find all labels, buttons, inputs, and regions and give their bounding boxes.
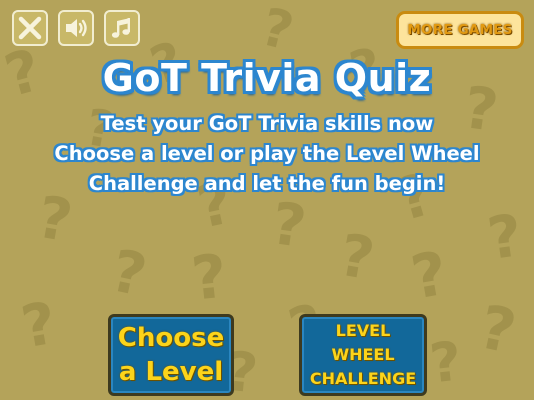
question-mark-icon: ? (32, 182, 78, 256)
question-mark-icon: ? (16, 288, 62, 362)
question-mark-icon: ? (105, 236, 153, 310)
choose-level-button[interactable]: Choose a Level (108, 314, 234, 396)
question-mark-icon: ? (255, 0, 299, 63)
wheel-label-line-1: LEVEL (335, 321, 391, 340)
intro-line-3: Challenge and let the fun begin! (88, 172, 446, 195)
level-wheel-challenge-button[interactable]: LEVEL WHEEL CHALLENGE (299, 314, 427, 396)
question-mark-icon: ? (188, 241, 231, 315)
music-toggle-button[interactable] (104, 10, 140, 46)
choose-level-label-line-2: a Level (118, 357, 224, 387)
sound-toggle-button[interactable] (58, 10, 94, 46)
question-mark-icon: ? (267, 188, 311, 262)
close-icon (18, 16, 42, 40)
more-games-button[interactable]: MORE GAMES (396, 11, 524, 49)
speaker-icon (66, 19, 87, 37)
choose-level-label-line-1: Choose (117, 323, 225, 353)
intro-line-1: Test your GoT Trivia skills now (100, 112, 434, 135)
question-mark-icon: ? (406, 238, 453, 314)
wheel-label-line-3: CHALLENGE (309, 369, 417, 388)
more-games-label: MORE GAMES (407, 22, 513, 38)
question-mark-icon: ? (473, 292, 522, 368)
question-mark-icon: ? (334, 220, 380, 294)
wheel-label-line-2: WHEEL (331, 345, 395, 364)
music-note-icon (111, 18, 130, 38)
question-mark-icon: ? (483, 200, 527, 274)
close-button[interactable] (12, 10, 48, 46)
intro-line-2: Choose a level or play the Level Wheel (54, 142, 480, 165)
page-title: GoT Trivia Quiz (102, 56, 432, 100)
question-mark-icon: ? (426, 329, 465, 396)
